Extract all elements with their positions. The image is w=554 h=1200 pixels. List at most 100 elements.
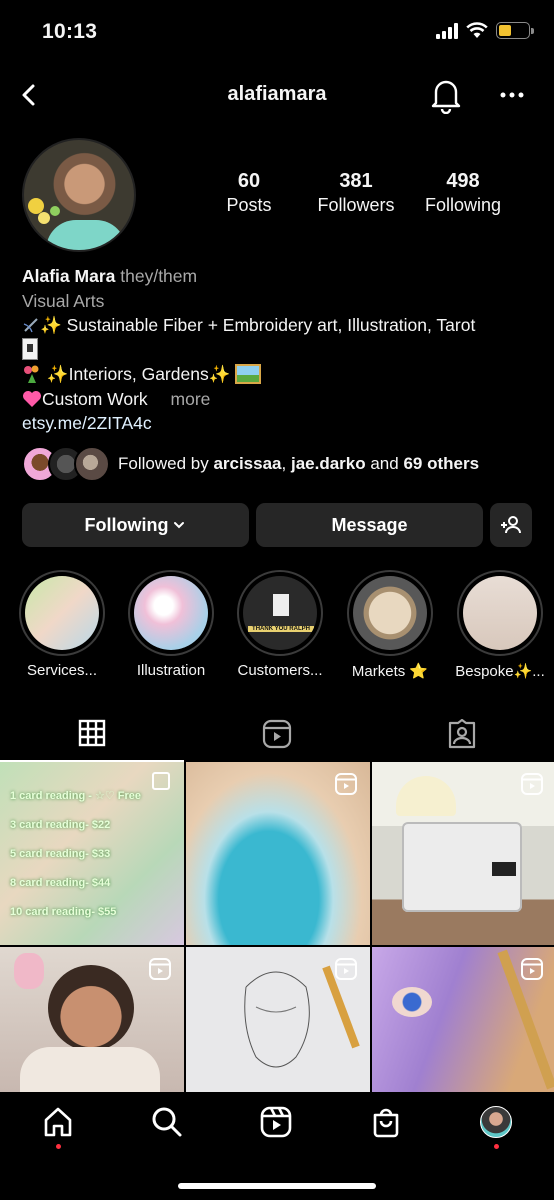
tarot-price-list: 1 card reading - ☆♡ Free 3 card reading-… [10,790,141,918]
profile-stats: 60 Posts 381 Followers 498 Following [0,170,554,220]
cellular-signal-icon [436,22,458,39]
tab-posts-grid[interactable] [0,706,184,762]
bio-line-3-text: ✨Interiors, Gardens✨ [42,364,236,384]
reels-icon [521,773,543,795]
picture-frame-icon [235,364,262,384]
mutual-avatars [22,444,112,484]
more-horizontal-icon [500,92,524,98]
flower-bouquet-icon [22,364,42,384]
search-icon [152,1107,182,1137]
reels-icon [260,1106,292,1138]
tab-reels[interactable] [185,706,369,762]
post-tile[interactable] [186,762,370,945]
highlight-label: Customers... [237,662,323,679]
page-title: alafiamara [227,83,327,105]
following-label: Following [424,195,502,215]
posts-count: 60 [237,170,261,192]
followed-by-text: Followed by arcissaa, jae.darko and 69 o… [118,454,480,473]
message-button[interactable]: Message [256,503,483,547]
highlight-services[interactable]: Services... [14,570,110,679]
category: Visual Arts [22,290,105,311]
highlight-bespoke[interactable]: Bespoke✨... [452,570,548,680]
posts-label: Posts [226,195,272,215]
status-bar: 10:13 [0,0,554,66]
grid-icon [78,719,106,747]
status-icons [436,22,534,39]
mutual-others: 69 others [403,454,480,473]
carousel-icon [152,772,170,790]
stat-posts[interactable]: 60 Posts [194,170,304,216]
needle-icon [22,316,40,334]
profile-tabs [0,706,554,762]
bio-line-2 [22,337,542,363]
highlight-markets[interactable]: Markets ⭐ [342,570,438,680]
nav-reels[interactable] [256,1106,296,1150]
suggested-users-button[interactable] [490,503,532,547]
following-button-label: Following [84,514,169,535]
post-tile[interactable]: 1 card reading - ☆♡ Free 3 card reading-… [0,762,184,945]
tarot-card-icon [22,337,38,360]
profile-notification-dot [494,1144,499,1149]
followers-label: Followers [317,195,395,215]
nav-home[interactable] [38,1106,78,1150]
nav-search[interactable] [147,1106,187,1150]
post-tile[interactable] [186,947,370,1092]
heart-icon [22,390,42,408]
mutual-avatar [74,446,110,482]
highlight-inner-text: THANK YOU RALPH [248,626,314,632]
followers-count: 381 [339,170,373,192]
message-button-label: Message [331,514,408,535]
home-indicator [178,1183,376,1189]
status-time: 10:13 [42,20,98,43]
more-options-button[interactable] [496,80,528,110]
home-icon [44,1107,72,1137]
name-row: Alafia Mara they/them [22,264,542,289]
nav-shop[interactable] [366,1106,406,1150]
post-tile[interactable] [0,947,184,1092]
tagged-icon [448,719,476,749]
mutual-user-2: jae.darko [290,454,366,473]
profile-bio: Alafia Mara they/them Visual Arts ✨ Sust… [22,264,542,436]
chevron-down-icon [174,522,185,529]
bio-line-3: ✨Interiors, Gardens✨ [22,362,542,387]
highlight-illustration[interactable]: Illustration [123,570,219,679]
highlight-customers[interactable]: THANK YOU RALPH Customers... [232,570,328,679]
more-link[interactable]: more [171,389,211,409]
bio-link[interactable]: etsy.me/2ZITA4c [22,411,542,436]
reels-icon [335,773,357,795]
bell-icon [431,80,461,115]
bio-line-4-text: Custom Work [42,388,148,409]
wifi-icon [466,22,488,38]
highlight-label: Bespoke✨... [455,663,545,680]
battery-icon [496,22,534,39]
reels-icon [521,958,543,980]
highlight-label: Services... [26,662,98,679]
reels-icon [335,958,357,980]
notifications-button[interactable] [428,76,464,115]
post-tile[interactable] [372,762,554,945]
mutual-user-1: arcissaa [213,454,282,473]
tab-tagged[interactable] [370,706,554,762]
highlight-label: Markets ⭐ [351,663,429,680]
stat-following[interactable]: 498 Following [408,170,518,216]
reels-icon [149,958,171,980]
reels-icon [262,719,292,749]
posts-grid: 1 card reading - ☆♡ Free 3 card reading-… [0,762,554,1092]
display-name: Alafia Mara [22,266,116,286]
bio-line-1: ✨ Sustainable Fiber + Embroidery art, Il… [22,313,542,338]
home-notification-dot [56,1144,61,1149]
following-button[interactable]: Following [22,503,249,547]
story-highlights: Services... Illustration THANK YOU RALPH… [0,570,554,690]
bio-line-4: Custom Work more [22,387,542,412]
bio-line-1-text: ✨ Sustainable Fiber + Embroidery art, Il… [40,315,476,335]
followed-by[interactable]: Followed by arcissaa, jae.darko and 69 o… [22,444,542,484]
shop-icon [373,1108,399,1138]
highlight-label: Illustration [136,662,206,679]
add-person-icon [501,516,521,534]
stat-followers[interactable]: 381 Followers [301,170,411,216]
nav-profile[interactable] [476,1106,516,1150]
profile-header: alafiamara [0,70,554,120]
following-count: 498 [446,170,480,192]
post-tile[interactable] [372,947,554,1092]
pronouns: they/them [120,266,198,286]
